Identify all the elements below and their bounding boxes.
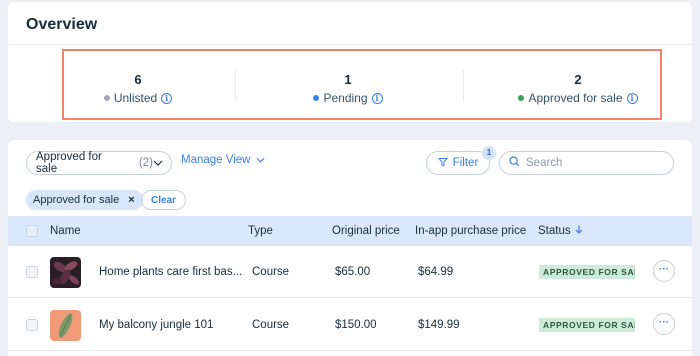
clear-filters-button[interactable]: Clear [141,190,187,210]
stat-approved-label: Approved for sale [528,91,623,105]
status-badge: APPROVED FOR SALE [539,318,635,332]
overview-divider [8,44,692,45]
column-header-name[interactable]: Name [50,225,81,237]
search-icon [509,154,520,172]
search-input[interactable] [526,157,666,169]
stat-unlisted-label: Unlisted [113,91,158,105]
column-header-type[interactable]: Type [248,225,273,237]
row-type: Course [252,266,290,278]
blue-dot-icon [313,95,320,101]
column-header-status-label: Status [538,225,571,237]
info-icon[interactable]: i [626,92,638,104]
stat-divider [463,70,464,102]
column-header-original-price[interactable]: Original price [332,225,400,237]
view-select-label: Approved for sale [36,151,102,175]
manage-view-button[interactable]: Manage View [181,154,265,166]
page-title: Overview [26,16,98,33]
grey-dot-icon [103,95,110,101]
products-table-card: Approved for sale (2) Manage View Filter… [8,140,692,356]
table-header: Name Type Original price In-app purchase… [8,216,692,246]
stat-divider [235,70,236,102]
stat-pending: 1 Pending i [298,72,398,106]
info-icon[interactable]: i [371,92,383,104]
stat-pending-value: 1 [344,72,352,87]
single-leaf-thumbnail-icon [50,310,81,341]
more-actions-button[interactable]: ··· [653,260,675,282]
green-dot-icon [518,95,525,101]
row-in-app-price: $64.99 [418,266,454,278]
filter-button[interactable]: Filter [426,151,490,175]
row-original-price: $150.00 [335,319,377,331]
more-actions-button[interactable]: ··· [653,313,675,335]
row-in-app-price: $149.99 [418,319,460,331]
column-header-in-app-price[interactable]: In-app purchase price [415,225,526,237]
filter-count-badge: 1 [482,146,496,160]
row-checkbox[interactable] [26,319,38,331]
chevron-down-icon [256,154,265,166]
row-name[interactable]: My balcony jungle 101 [99,319,213,331]
stat-approved-value: 2 [574,72,582,87]
select-all-checkbox[interactable] [26,225,38,237]
stat-approved: 2 Approved for sale i [508,72,648,106]
info-icon[interactable]: i [161,92,173,104]
active-filter-chip-label: Approved for sale [33,194,120,206]
table-row[interactable]: Home plants care first bas... Course $65… [8,246,692,298]
status-badge: APPROVED FOR SALE [539,265,635,279]
table-row[interactable]: My balcony jungle 101 Course $150.00 $14… [8,299,692,351]
row-name[interactable]: Home plants care first bas... [99,266,242,278]
stat-unlisted-value: 6 [134,72,142,87]
row-checkbox[interactable] [26,266,38,278]
filter-label: Filter [452,157,479,169]
column-header-status[interactable]: Status [538,225,583,237]
row-original-price: $65.00 [335,266,371,278]
stat-approved-label-group: Approved for sale i [518,91,638,105]
close-icon[interactable]: × [128,194,134,206]
stat-pending-label: Pending [323,91,368,105]
view-select-dropdown[interactable]: Approved for sale (2) [26,151,172,175]
active-filter-chip: Approved for sale × [26,190,143,210]
arrow-down-icon [575,225,583,237]
view-select-count: (2) [138,157,153,169]
chevron-down-icon [153,157,163,169]
dark-leaves-thumbnail-icon [50,257,81,288]
manage-view-label: Manage View [181,154,251,166]
search-box[interactable] [499,151,674,175]
overview-card: Overview 6 Unlisted i 1 Pending i 2 Appr… [8,2,692,122]
stat-unlisted: 6 Unlisted i [88,72,188,106]
filter-icon [437,157,448,170]
row-type: Course [252,319,290,331]
stat-pending-label-group: Pending i [313,91,383,105]
stat-unlisted-label-group: Unlisted i [103,91,173,105]
